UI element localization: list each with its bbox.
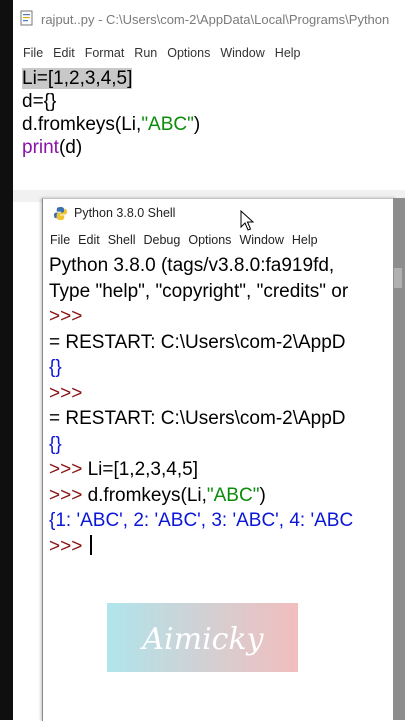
shell-menu-edit[interactable]: Edit <box>78 233 100 247</box>
shell-command: d.fromkeys(Li, <box>87 484 207 506</box>
shell-titlebar[interactable]: Python 3.8.0 Shell <box>43 199 396 227</box>
shell-restart-line: = RESTART: C:\Users\com-2\AppD <box>49 408 346 429</box>
editor-title: rajput..py - C:\Users\com-2\AppData\Loca… <box>41 11 390 27</box>
scrollbar-thumb[interactable] <box>394 268 402 288</box>
editor-menu-edit[interactable]: Edit <box>53 46 75 60</box>
shell-prompt: >>> <box>49 382 83 404</box>
shell-menu-file[interactable]: File <box>50 233 70 247</box>
shell-prompt: >>> <box>49 459 88 480</box>
shell-command: Li=[1,2,3,4,5] <box>87 459 198 480</box>
watermark-logo: Aimicky <box>107 603 298 672</box>
code-text: d.fromkeys(Li, <box>22 114 142 135</box>
shell-prompt: >>> <box>49 484 88 506</box>
code-string: "ABC" <box>141 114 194 135</box>
selected-text: Li=[1,2,3,4,5] <box>22 68 133 89</box>
editor-menu-run[interactable]: Run <box>134 46 157 60</box>
shell-menubar: File Edit Shell Debug Options Window Hel… <box>43 229 396 251</box>
editor-menu-format[interactable]: Format <box>85 46 125 60</box>
code-line-3: d.fromkeys(Li,"ABC") <box>22 113 405 136</box>
shell-command-line: >>> Li=[1,2,3,4,5] <box>49 457 396 483</box>
shell-menu-window[interactable]: Window <box>239 233 283 247</box>
svg-text:Aimicky: Aimicky <box>139 622 264 657</box>
shell-result: {} <box>49 433 62 455</box>
shell-help-line: Type "help", "copyright", "credits" or <box>49 280 349 302</box>
code-line-2: d={} <box>22 91 57 112</box>
shell-title: Python 3.8.0 Shell <box>74 206 176 220</box>
editor-menu-options[interactable]: Options <box>167 46 210 60</box>
python-file-icon <box>20 10 33 26</box>
shell-prompt: >>> <box>49 535 88 557</box>
mouse-pointer-icon <box>240 210 254 231</box>
shell-command: ) <box>259 484 266 506</box>
shell-command-line: >>> d.fromkeys(Li,"ABC") <box>49 483 396 509</box>
code-line-1: Li=[1,2,3,4,5] <box>22 67 405 90</box>
shell-result-dict: {1: 'ABC', 2: 'ABC', 3: 'ABC', 4: 'ABC <box>49 510 354 531</box>
python-logo-icon <box>53 206 68 220</box>
left-dark-strip <box>0 0 13 720</box>
code-keyword: print <box>22 137 59 158</box>
shell-command-string: "ABC" <box>206 484 260 506</box>
shell-menu-options[interactable]: Options <box>188 233 231 247</box>
editor-menu-window[interactable]: Window <box>220 46 264 60</box>
watermark-text: Aimicky <box>139 622 264 657</box>
shell-restart-line: = RESTART: C:\Users\com-2\AppD <box>49 331 346 353</box>
shell-output-area[interactable]: Python 3.8.0 (tags/v3.8.0:fa919fd, Type "… <box>49 253 396 559</box>
editor-code-area[interactable]: Li=[1,2,3,4,5] d={} d.fromkeys(Li,"ABC") pr… <box>22 67 405 159</box>
code-text: (d) <box>58 137 83 158</box>
code-line-4: print(d) <box>22 136 405 159</box>
editor-menu-help[interactable]: Help <box>275 46 301 60</box>
shell-menu-shell[interactable]: Shell <box>108 233 136 247</box>
shell-menu-debug[interactable]: Debug <box>144 233 181 247</box>
shell-menu-help[interactable]: Help <box>292 233 318 247</box>
code-text: ) <box>193 114 201 135</box>
shell-prompt: >>> <box>49 306 83 327</box>
editor-titlebar[interactable]: rajput..py - C:\Users\com-2\AppData\Loca… <box>13 0 405 38</box>
shell-input-line[interactable]: >>> <box>49 534 396 560</box>
shell-banner: Python 3.8.0 (tags/v3.8.0:fa919fd, <box>49 255 335 276</box>
editor-menubar: File Edit Format Run Options Window Help <box>13 42 405 64</box>
shell-result: {} <box>49 357 62 378</box>
text-cursor <box>89 534 92 555</box>
editor-menu-file[interactable]: File <box>23 46 43 60</box>
